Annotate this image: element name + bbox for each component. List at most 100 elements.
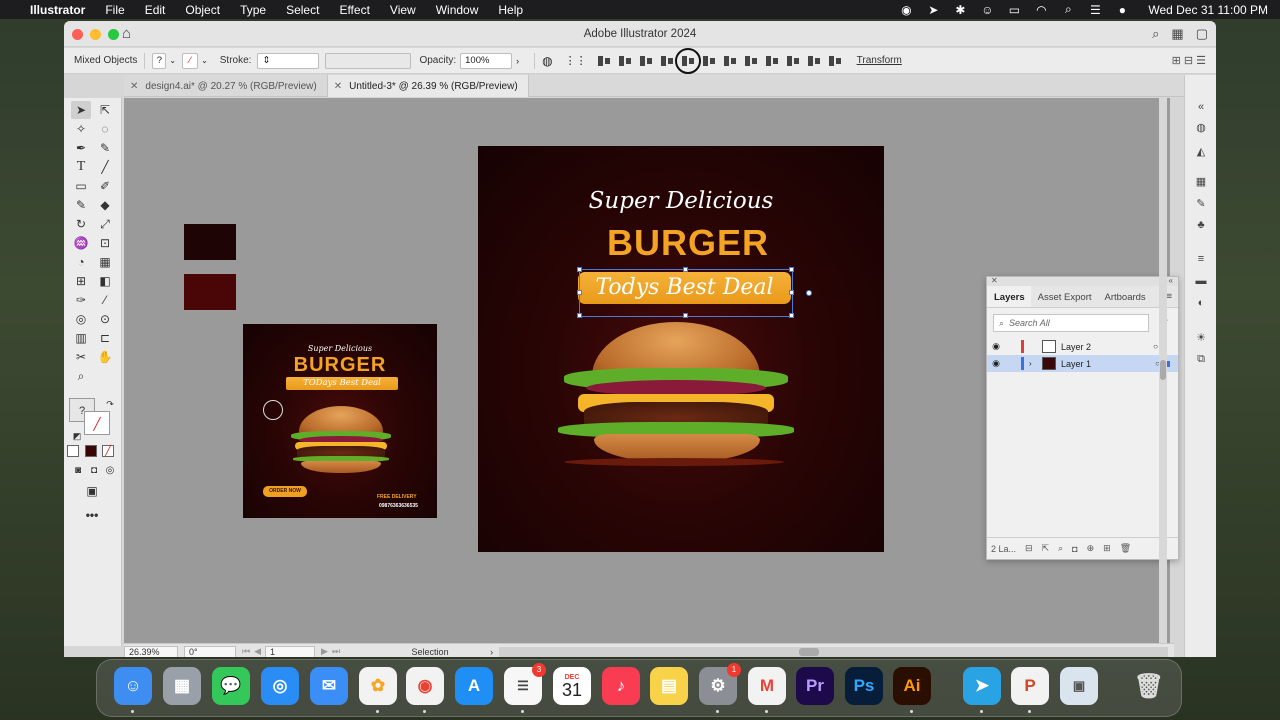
perspective-grid-tool-icon[interactable]: ▦ xyxy=(95,253,115,271)
line-segment-tool-icon[interactable]: ╱ xyxy=(95,158,115,176)
premiere-icon[interactable]: Pr xyxy=(796,667,834,705)
close-tab-icon[interactable]: ✕ xyxy=(334,81,342,92)
rotation-field[interactable]: 0° xyxy=(184,645,236,657)
gradient-panel-icon[interactable]: ▬ xyxy=(1194,275,1208,288)
scale-tool-icon[interactable]: ⤢ xyxy=(95,215,115,233)
stroke-panel-icon[interactable]: ≡ xyxy=(1194,253,1208,266)
locate-object-icon[interactable]: ⌕ xyxy=(1058,543,1063,554)
zoom-level-field[interactable]: 26.39% xyxy=(124,645,178,657)
dark-swatch[interactable] xyxy=(184,224,236,260)
layer-name[interactable]: Layer 1 xyxy=(1061,359,1091,369)
slice-tool-icon[interactable]: ✂ xyxy=(71,348,91,366)
scrollbar-thumb[interactable] xyxy=(1160,360,1166,380)
none-mode-icon[interactable]: ╱ xyxy=(102,445,114,457)
artboard-tool-icon[interactable]: ⊏ xyxy=(95,329,115,347)
align-horizontal-center-icon[interactable] xyxy=(618,54,632,68)
layer-name[interactable]: Layer 2 xyxy=(1061,342,1091,352)
selection-tool-icon[interactable]: ➤ xyxy=(71,101,91,119)
transform-link[interactable]: Transform xyxy=(857,55,902,66)
opacity-expand-icon[interactable]: › xyxy=(516,56,519,66)
direct-selection-tool-icon[interactable]: ⇱ xyxy=(95,101,115,119)
stroke-color-box-icon[interactable]: ╱ xyxy=(84,411,110,435)
gradient-mode-icon[interactable] xyxy=(85,445,97,457)
mesh-tool-icon[interactable]: ⊞ xyxy=(71,272,91,290)
search-icon[interactable]: ⌕ xyxy=(1061,2,1075,17)
previous-artboard-icon[interactable]: ◀ xyxy=(254,646,261,657)
distribute-bottom-icon[interactable] xyxy=(765,54,779,68)
target-circle-icon[interactable]: ○ xyxy=(1153,342,1158,351)
reminders-icon[interactable]: ☰ 3 xyxy=(504,663,546,713)
shaper-tool-icon[interactable]: ✎ xyxy=(71,196,91,214)
align-left-icon[interactable] xyxy=(597,54,611,68)
menu-object[interactable]: Object xyxy=(185,3,220,17)
main-artboard[interactable]: Super Delicious BURGER Todys Best Deal xyxy=(478,146,884,552)
selection-handle[interactable] xyxy=(789,290,794,295)
align-vertical-center-icon[interactable] xyxy=(674,47,701,74)
rectangle-tool-icon[interactable]: ▭ xyxy=(71,177,91,195)
expand-panels-icon[interactable]: « xyxy=(1194,101,1208,114)
horizontal-scrollbar[interactable] xyxy=(499,646,1168,657)
preview-icon[interactable]: ▣ xyxy=(1060,667,1098,705)
panel-menu-icon[interactable]: ≡ xyxy=(1166,286,1172,307)
pen-tool-icon[interactable]: ✒ xyxy=(71,139,91,157)
scrollbar-thumb[interactable] xyxy=(799,647,820,656)
powerpoint-icon[interactable]: P xyxy=(1011,667,1049,713)
telegram-status-icon[interactable]: ➤ xyxy=(926,3,940,17)
last-artboard-icon[interactable]: ⏭ xyxy=(332,646,340,657)
free-transform-tool-icon[interactable]: ⊡ xyxy=(95,234,115,252)
canvas-area[interactable]: Super Delicious BURGER TODays Best Deal … xyxy=(124,98,1179,643)
visibility-eye-icon[interactable]: ◉ xyxy=(987,358,1005,369)
fill-swatch[interactable]: ? xyxy=(152,52,167,69)
shape-builder-tool-icon[interactable]: ◔ xyxy=(71,253,91,271)
graphic-styles-panel-icon[interactable]: ⧉ xyxy=(1194,353,1208,366)
user-icon[interactable]: ☺ xyxy=(980,3,994,17)
brushes-panel-icon[interactable]: ✎ xyxy=(1194,197,1208,210)
menu-window[interactable]: Window xyxy=(436,3,479,17)
stroke-weight-field[interactable]: ⇕ xyxy=(257,52,320,69)
opacity-field[interactable]: 100% xyxy=(460,52,513,69)
symbol-sprayer-tool-icon[interactable]: ⊙ xyxy=(95,310,115,328)
photoshop-icon[interactable]: Ps xyxy=(845,667,883,705)
curvature-tool-icon[interactable]: ✎ xyxy=(95,139,115,157)
tab-artboards[interactable]: Artboards xyxy=(1098,286,1152,307)
transparency-panel-icon[interactable]: ◐ xyxy=(1194,297,1208,310)
battery-icon[interactable]: ▭ xyxy=(1007,3,1021,17)
telegram-icon[interactable]: ➤ xyxy=(963,667,1001,713)
status-menu-chevron-icon[interactable]: › xyxy=(490,647,493,657)
panel-drag-bar[interactable]: ✕ « xyxy=(987,276,1178,286)
clipping-mask-icon[interactable]: ◘ xyxy=(1072,544,1077,554)
swap-colors-icon[interactable]: ↷ xyxy=(100,395,120,413)
record-icon[interactable]: ◉ xyxy=(899,3,913,17)
close-tab-icon[interactable]: ✕ xyxy=(130,81,138,92)
draw-inside-icon[interactable]: ◎ xyxy=(100,462,120,480)
bluetooth-icon[interactable]: ✱ xyxy=(953,3,967,17)
color-mode-icon[interactable] xyxy=(67,445,79,457)
selection-handle[interactable] xyxy=(577,290,582,295)
align-right-icon[interactable] xyxy=(639,54,653,68)
distribute-left-icon[interactable] xyxy=(786,54,800,68)
layer-row-layer-2[interactable]: ◉ Layer 2 ○ xyxy=(987,338,1178,355)
tab-layers[interactable]: Layers xyxy=(987,286,1031,307)
align-top-icon[interactable] xyxy=(660,54,674,68)
menubar-clock[interactable]: Wed Dec 31 11:00 PM xyxy=(1148,3,1268,17)
menu-effect[interactable]: Effect xyxy=(339,3,369,17)
mail-icon[interactable]: ✉ xyxy=(310,667,348,705)
gmail-icon[interactable]: M xyxy=(748,667,786,713)
messages-icon[interactable]: 💬 xyxy=(212,667,250,705)
calendar-icon[interactable]: DEC 31 xyxy=(553,667,591,705)
first-artboard-icon[interactable]: ⏮ xyxy=(242,646,250,657)
export-icon[interactable]: ⇱ xyxy=(1042,543,1050,554)
distribute-right-icon[interactable] xyxy=(828,54,842,68)
measure-tool-icon[interactable]: ⁄ xyxy=(95,291,115,309)
wifi-icon[interactable]: ◠ xyxy=(1034,3,1048,17)
music-icon[interactable]: ♪ xyxy=(602,667,640,705)
menu-edit[interactable]: Edit xyxy=(145,3,166,17)
delete-layer-icon[interactable]: 🗑 xyxy=(1120,543,1131,554)
safari-icon[interactable]: ◎ xyxy=(261,667,299,705)
menu-view[interactable]: View xyxy=(390,3,416,17)
tab-asset-export[interactable]: Asset Export xyxy=(1031,286,1098,307)
distribute-vertical-center-icon[interactable] xyxy=(744,54,758,68)
default-colors-icon[interactable]: ◩ xyxy=(67,427,87,445)
type-tool-icon[interactable]: T xyxy=(71,158,91,176)
next-artboard-icon[interactable]: ▶ xyxy=(321,646,328,657)
